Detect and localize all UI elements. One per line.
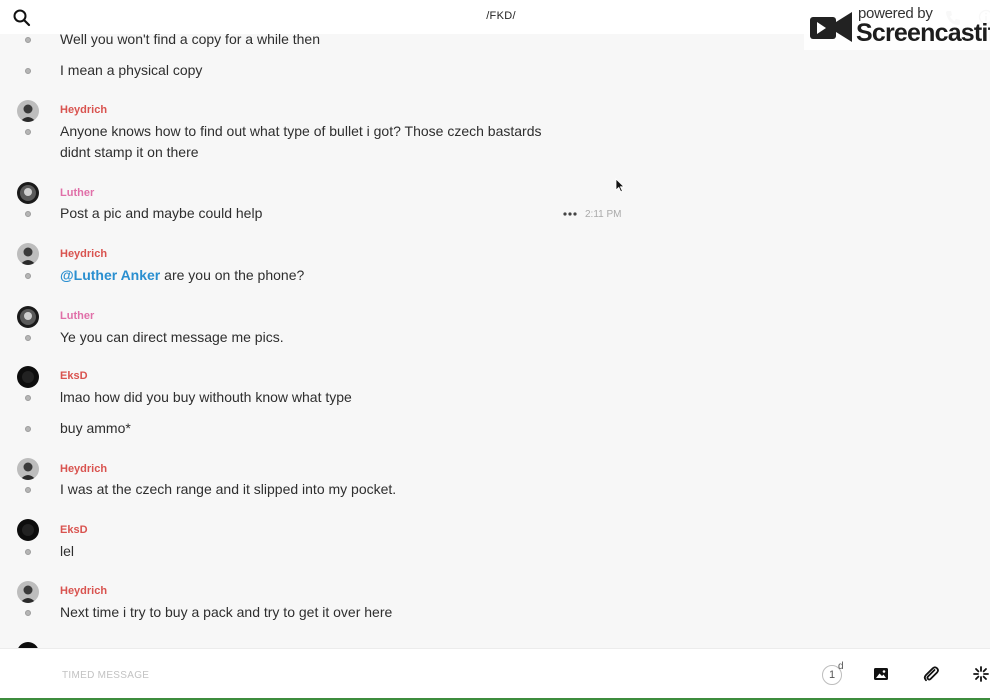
- message-status-dot: [25, 211, 31, 217]
- user-mention[interactable]: @Luther Anker: [60, 267, 160, 283]
- screencastify-watermark: powered by Screencastify: [804, 0, 990, 50]
- message-text: @Luther Anker are you on the phone?: [60, 265, 580, 286]
- watermark-brand-text: Screencastify: [856, 19, 990, 47]
- image-icon[interactable]: [873, 666, 889, 682]
- avatar-luther[interactable]: [17, 306, 39, 328]
- message-text: Post a pic and maybe could help: [60, 205, 263, 221]
- avatar-heydrich[interactable]: [17, 581, 39, 603]
- screencastify-logo-icon: [810, 12, 852, 42]
- avatar-heydrich[interactable]: [17, 243, 39, 265]
- message-status-dot: [25, 335, 31, 341]
- message-author[interactable]: Luther: [60, 187, 94, 199]
- avatar-heydrich[interactable]: [17, 458, 39, 480]
- avatar-luther[interactable]: [17, 182, 39, 204]
- message-list: Well you won't find a copy for a while t…: [0, 0, 990, 648]
- message-text: I was at the czech range and it slipped …: [60, 481, 397, 497]
- message-text-line: didnt stamp it on there: [60, 144, 199, 160]
- mouse-cursor-icon: [615, 178, 625, 193]
- message-author[interactable]: EksD: [60, 370, 88, 382]
- avatar-eksd[interactable]: [17, 366, 39, 388]
- message-status-dot: [25, 129, 31, 135]
- paperclip-icon[interactable]: [922, 665, 940, 683]
- timer-unit: d: [838, 661, 844, 672]
- avatar-heydrich[interactable]: [17, 100, 39, 122]
- message-text: lel: [60, 543, 75, 559]
- message-author[interactable]: EksD: [60, 524, 88, 536]
- avatar-eksd[interactable]: [17, 519, 39, 541]
- message-status-dot: [25, 426, 31, 432]
- message-text: I mean a physical copy: [60, 62, 203, 78]
- message-author[interactable]: Heydrich: [60, 104, 107, 116]
- message-status-dot: [25, 395, 31, 401]
- message-text-body: are you on the phone?: [160, 267, 305, 283]
- message-text: Anyone knows how to find out what type o…: [60, 121, 580, 163]
- message-status-dot: [25, 37, 31, 43]
- message-timer-button[interactable]: 1 d: [822, 661, 844, 686]
- more-options-icon[interactable]: [563, 212, 577, 216]
- sparkle-icon[interactable]: [972, 665, 990, 683]
- message-author[interactable]: Heydrich: [60, 248, 107, 260]
- message-text: buy ammo*: [60, 420, 131, 436]
- message-status-dot: [25, 487, 31, 493]
- message-text: Ye you can direct message me pics.: [60, 329, 284, 345]
- message-author[interactable]: Luther: [60, 310, 94, 322]
- message-author[interactable]: Heydrich: [60, 585, 107, 597]
- message-text: lmao how did you buy withouth know what …: [60, 389, 352, 405]
- message-status-dot: [25, 68, 31, 74]
- message-text: Next time i try to buy a pack and try to…: [60, 604, 393, 620]
- message-status-dot: [25, 610, 31, 616]
- timed-message-input[interactable]: [60, 664, 764, 686]
- message-status-dot: [25, 273, 31, 279]
- message-text-line: Anyone knows how to find out what type o…: [60, 123, 542, 139]
- message-status-dot: [25, 549, 31, 555]
- message-timestamp: 2:11 PM: [585, 209, 622, 220]
- message-author[interactable]: Heydrich: [60, 463, 107, 475]
